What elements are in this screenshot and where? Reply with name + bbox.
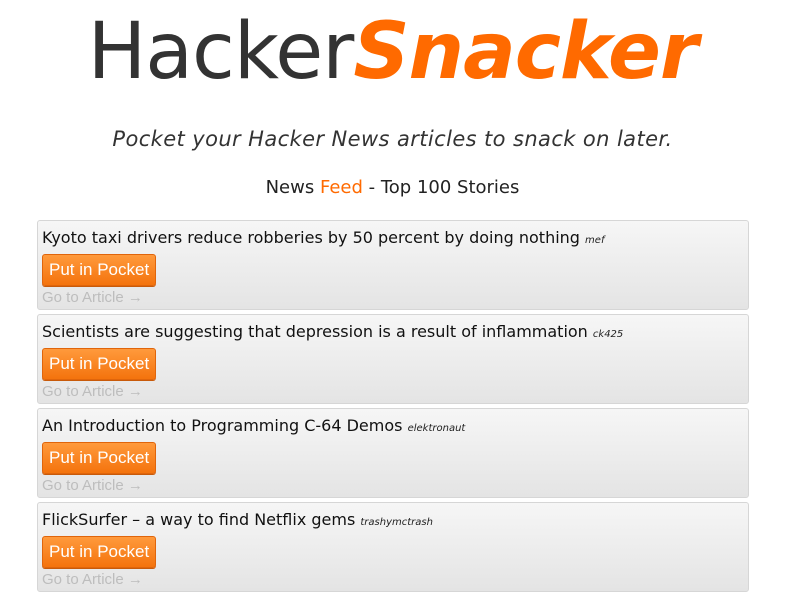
story-title[interactable]: FlickSurfer – a way to find Netflix gems	[42, 510, 355, 529]
feed-heading: News Feed - Top 100 Stories	[0, 177, 785, 198]
story-title-line: Scientists are suggesting that depressio…	[42, 321, 744, 346]
go-to-article-link[interactable]: Go to Article →	[42, 382, 744, 402]
story-title[interactable]: Scientists are suggesting that depressio…	[42, 322, 588, 341]
tagline: Pocket your Hacker News articles to snac…	[112, 127, 673, 151]
story-user: elektronaut	[407, 423, 466, 434]
feed-heading-prefix: News	[265, 177, 320, 198]
put-in-pocket-button[interactable]: Put in Pocket	[42, 348, 157, 380]
go-to-article-link[interactable]: Go to Article →	[42, 570, 744, 590]
story-item: Scientists are suggesting that depressio…	[37, 314, 749, 404]
story-user: trashymctrash	[360, 517, 433, 528]
feed-heading-suffix: - Top 100 Stories	[362, 177, 520, 198]
story-title[interactable]: An Introduction to Programming C-64 Demo…	[42, 416, 402, 435]
story-title[interactable]: Kyoto taxi drivers reduce robberies by 5…	[42, 228, 580, 247]
put-in-pocket-button[interactable]: Put in Pocket	[42, 442, 157, 474]
story-list: Kyoto taxi drivers reduce robberies by 5…	[37, 220, 749, 596]
logo-hacker-text: Hacker	[87, 7, 355, 97]
story-title-line: An Introduction to Programming C-64 Demo…	[42, 415, 744, 440]
story-title-line: FlickSurfer – a way to find Netflix gems…	[42, 509, 744, 534]
feed-link[interactable]: Feed	[320, 177, 363, 198]
go-to-article-link[interactable]: Go to Article →	[42, 476, 744, 496]
logo-snacker-text: Snacker	[353, 7, 698, 97]
go-to-article-link[interactable]: Go to Article →	[42, 288, 744, 308]
story-user: ck425	[592, 329, 624, 340]
put-in-pocket-button[interactable]: Put in Pocket	[42, 254, 157, 286]
site-logo[interactable]: HackerSnacker	[0, 2, 785, 102]
story-item: An Introduction to Programming C-64 Demo…	[37, 408, 749, 498]
story-title-line: Kyoto taxi drivers reduce robberies by 5…	[42, 227, 744, 252]
story-item: Kyoto taxi drivers reduce robberies by 5…	[37, 220, 749, 310]
story-item: FlickSurfer – a way to find Netflix gems…	[37, 502, 749, 592]
story-user: mef	[585, 235, 605, 246]
put-in-pocket-button[interactable]: Put in Pocket	[42, 536, 157, 568]
